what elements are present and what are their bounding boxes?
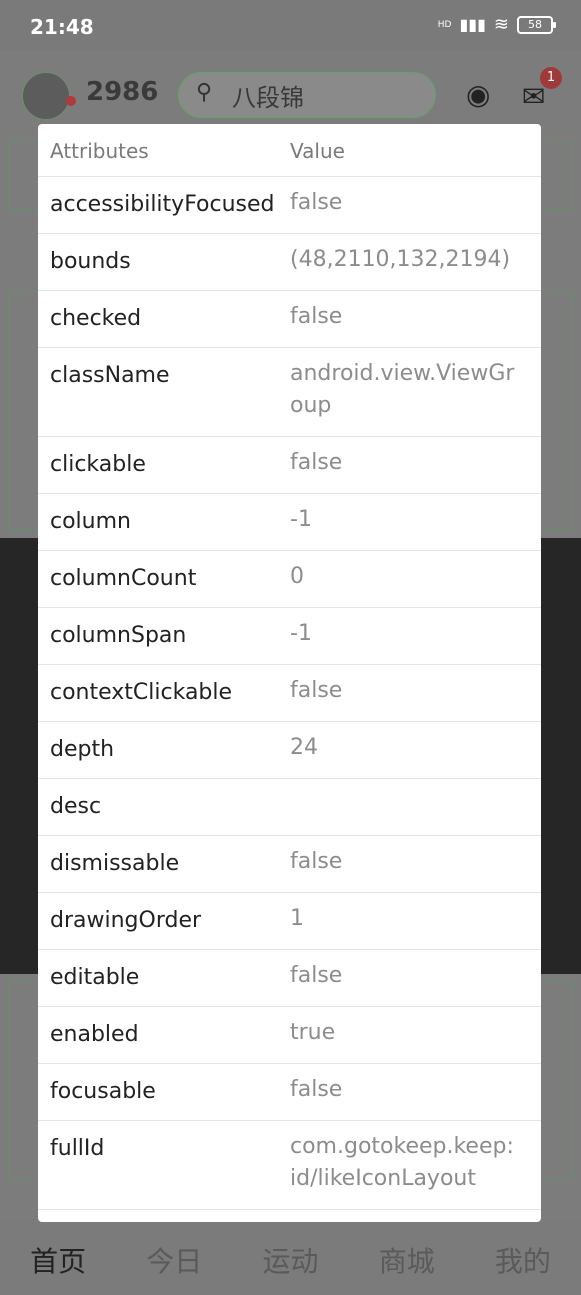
medal-icon[interactable]: ◉ bbox=[466, 78, 490, 111]
attributes-list[interactable]: accessibilityFocused false bounds (48,2110,… bbox=[38, 177, 541, 1210]
status-time: 21:48 bbox=[30, 15, 94, 39]
attribute-value: false bbox=[290, 450, 343, 475]
attribute-key: accessibilityFocused bbox=[50, 192, 275, 217]
network-label: HD bbox=[437, 19, 452, 30]
tab-sport[interactable]: 运动 bbox=[232, 1220, 348, 1295]
attribute-row[interactable]: dismissable false bbox=[38, 836, 541, 893]
battery-icon: 58 bbox=[517, 15, 556, 34]
attribute-value: (48,2110,132,2194) bbox=[290, 247, 511, 272]
attribute-value: 0 bbox=[290, 564, 304, 589]
tab-mall[interactable]: 商城 bbox=[349, 1220, 465, 1295]
attribute-key: drawingOrder bbox=[50, 907, 202, 933]
attribute-row[interactable]: enabled true bbox=[38, 1007, 541, 1064]
status-bar: 21:48 HD ▮▮▮ ≋ 58 bbox=[0, 0, 581, 50]
attribute-value: false bbox=[290, 962, 343, 988]
attribute-row[interactable]: column -1 bbox=[38, 494, 541, 551]
attribute-value: false bbox=[290, 1076, 343, 1102]
attribute-value: -1 bbox=[290, 507, 312, 532]
attribute-row[interactable]: clickable false bbox=[38, 437, 541, 494]
bottom-tab-bar: 首页 今日 运动 商城 我的 bbox=[0, 1220, 581, 1295]
attribute-value bbox=[278, 774, 528, 835]
attribute-value: -1 bbox=[290, 621, 312, 646]
attribute-row[interactable]: contextClickable false bbox=[38, 665, 541, 722]
attribute-value: false bbox=[290, 848, 343, 874]
attribute-row[interactable]: checked false bbox=[38, 291, 541, 348]
attribute-row[interactable]: desc bbox=[38, 779, 541, 836]
attribute-value: 1 bbox=[290, 905, 304, 931]
header-attributes: Attributes bbox=[50, 139, 149, 163]
attribute-value: false bbox=[290, 190, 343, 215]
attribute-key: enabled bbox=[50, 1021, 139, 1047]
attribute-row[interactable]: focusable false bbox=[38, 1064, 541, 1121]
mail-badge: 1 bbox=[540, 67, 562, 89]
attribute-key: columnCount bbox=[50, 566, 197, 591]
attribute-key: clickable bbox=[50, 452, 146, 477]
points-count: 2986 bbox=[86, 77, 159, 107]
tab-home[interactable]: 首页 bbox=[0, 1220, 116, 1295]
wifi-icon: ≋ bbox=[493, 14, 509, 35]
attribute-value: com.gotokeep.keep:id/likeIconLayout bbox=[290, 1133, 514, 1191]
attribute-value: 24 bbox=[290, 735, 318, 760]
attribute-key: column bbox=[50, 509, 131, 534]
signal-icon: ▮▮▮ bbox=[459, 15, 486, 34]
attribute-key: depth bbox=[50, 737, 115, 762]
search-placeholder: 八段锦 bbox=[232, 84, 304, 112]
attribute-value: true bbox=[290, 1019, 336, 1045]
header-value: Value bbox=[290, 139, 345, 163]
attribute-row[interactable]: editable false bbox=[38, 950, 541, 1007]
attribute-key: dismissable bbox=[50, 850, 180, 876]
attributes-header: Attributes Value bbox=[38, 124, 541, 177]
attribute-row[interactable]: bounds (48,2110,132,2194) bbox=[38, 234, 541, 291]
attribute-key: fullId bbox=[50, 1135, 105, 1161]
attribute-value: false bbox=[290, 304, 343, 329]
attribute-key: checked bbox=[50, 306, 142, 331]
attribute-row[interactable]: fullId com.gotokeep.keep:id/likeIconLayou… bbox=[38, 1121, 541, 1210]
attribute-key: editable bbox=[50, 964, 140, 990]
attribute-value: android.view.ViewGroup bbox=[290, 361, 515, 418]
attribute-row[interactable]: className android.view.ViewGroup bbox=[38, 348, 541, 437]
attribute-key: columnSpan bbox=[50, 623, 187, 648]
attribute-row[interactable]: drawingOrder 1 bbox=[38, 893, 541, 950]
attribute-key: bounds bbox=[50, 249, 131, 274]
attribute-key: contextClickable bbox=[50, 680, 233, 705]
status-icons: HD ▮▮▮ ≋ 58 bbox=[437, 14, 556, 35]
avatar-badge-dot bbox=[66, 96, 76, 106]
attribute-row[interactable]: columnCount 0 bbox=[38, 551, 541, 608]
avatar[interactable] bbox=[22, 72, 70, 120]
attribute-key: className bbox=[50, 363, 170, 388]
attribute-value: false bbox=[290, 678, 343, 703]
attribute-row[interactable]: accessibilityFocused false bbox=[38, 177, 541, 234]
attribute-row[interactable]: columnSpan -1 bbox=[38, 608, 541, 665]
tab-today[interactable]: 今日 bbox=[116, 1220, 232, 1295]
tab-me[interactable]: 我的 bbox=[465, 1220, 581, 1295]
attribute-row[interactable]: depth 24 bbox=[38, 722, 541, 779]
attributes-dialog: Attributes Value accessibilityFocused fal… bbox=[38, 124, 541, 1222]
attribute-key: focusable bbox=[50, 1078, 156, 1104]
search-icon: ⚲ bbox=[196, 80, 213, 105]
attribute-key: desc bbox=[50, 794, 102, 819]
